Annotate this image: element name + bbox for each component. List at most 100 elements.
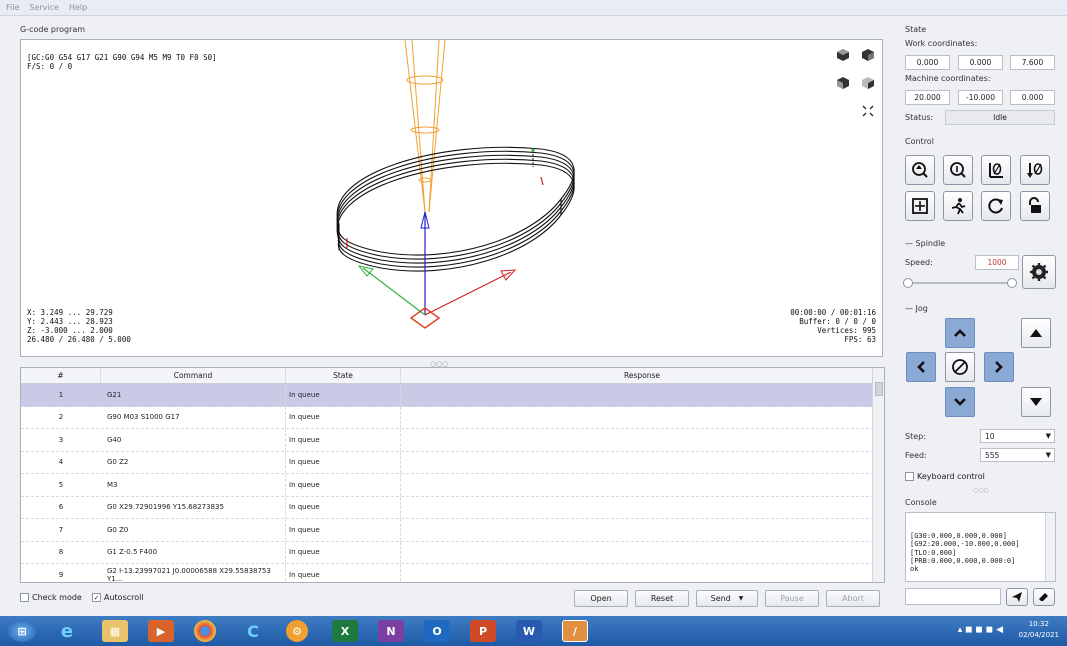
row-response (401, 564, 884, 582)
system-tray[interactable]: ▴ ◼ ◼ ◼ ◀ 10:32 02/04/2021 (958, 619, 1059, 641)
zero-xy-button[interactable] (981, 155, 1011, 185)
outlook-icon[interactable]: O (424, 620, 450, 642)
row-state: In queue (286, 429, 401, 451)
probe-button[interactable] (943, 155, 973, 185)
view-front-icon[interactable] (836, 76, 850, 90)
row-response (401, 407, 884, 429)
view-left-icon[interactable] (861, 76, 875, 90)
pause-button[interactable]: Pause (765, 590, 819, 607)
jog-y-minus-button[interactable] (945, 387, 975, 417)
spindle-toggle-button[interactable] (1022, 255, 1056, 289)
console-clear-button[interactable] (1033, 588, 1055, 606)
checkbox-box[interactable] (20, 593, 29, 602)
jog-y-plus-button[interactable] (945, 318, 975, 348)
col-header-num[interactable]: # (21, 368, 101, 383)
row-response (401, 497, 884, 519)
check-mode-checkbox[interactable]: Check mode (20, 593, 82, 602)
control-title: Control (905, 137, 934, 146)
console-input[interactable] (905, 588, 1001, 605)
checkbox-box[interactable] (905, 472, 914, 481)
settings-icon[interactable]: ⚙ (286, 620, 308, 642)
table-row[interactable]: 1 G21 In queue (21, 384, 884, 407)
row-response (401, 429, 884, 451)
spindle-title-text: Spindle (915, 239, 946, 248)
jog-stop-button[interactable] (945, 352, 975, 382)
chevron-down-icon: ▼ (1045, 432, 1051, 440)
chevron-down-icon (954, 398, 966, 406)
zero-z-button[interactable] (1020, 155, 1050, 185)
col-header-state[interactable]: State (286, 368, 401, 383)
row-command: G21 (101, 384, 286, 406)
table-row[interactable]: 9 G2 I-13.23997021 J0.00006588 X29.558387… (21, 564, 884, 582)
spindle-speed-field[interactable]: 1000 (975, 255, 1019, 270)
scroll-thumb[interactable] (875, 382, 883, 396)
chevron-down-icon[interactable]: ▼ (739, 595, 744, 602)
jog-x-minus-button[interactable] (906, 352, 936, 382)
table-row[interactable]: 3 G40 In queue (21, 429, 884, 452)
jog-title: — Jog (905, 304, 928, 313)
file-explorer-icon[interactable]: ▦ (102, 620, 128, 642)
send-label: Send (710, 594, 731, 603)
console-output[interactable]: [G30:0.000,0.000,0.000] [G92:20.000,-10.… (905, 512, 1056, 582)
abort-button[interactable]: Abort (826, 590, 880, 607)
jog-z-minus-button[interactable] (1021, 387, 1051, 417)
check-mode-label: Check mode (32, 593, 82, 602)
spindle-slider-handle[interactable] (1007, 278, 1017, 288)
restore-origin-button[interactable] (905, 191, 935, 221)
autoscroll-checkbox[interactable]: ✓ Autoscroll (92, 593, 144, 602)
onenote-icon[interactable]: N (378, 620, 404, 642)
console-send-button[interactable] (1006, 588, 1028, 606)
row-state: In queue (286, 541, 401, 563)
gcode-viewer[interactable]: [GC:G0 G54 G17 G21 G90 G94 M5 M9 T0 F0 S… (20, 39, 883, 357)
open-button[interactable]: Open (574, 590, 628, 607)
windows-taskbar: ⊞ e ▦ ▶ C ⚙ X N O P W / ▴ ◼ ◼ ◼ ◀ 10:32 … (0, 616, 1067, 646)
menu-service[interactable]: Service (29, 3, 59, 12)
reset-button[interactable]: Reset (635, 590, 689, 607)
checkbox-box-checked[interactable]: ✓ (92, 593, 101, 602)
row-response (401, 519, 884, 541)
console-grip[interactable]: ○○○ (973, 487, 989, 494)
fit-view-icon[interactable] (861, 104, 875, 118)
home-search-icon (912, 162, 928, 178)
bottom-toolbar: Check mode ✓ Autoscroll Open Reset Send ▼ … (20, 590, 885, 608)
col-header-response[interactable]: Response (401, 368, 884, 383)
tray-icons[interactable]: ▴ ◼ ◼ ◼ ◀ (958, 625, 1003, 636)
row-command: G0 Z2 (101, 451, 286, 473)
start-orb-icon[interactable]: ⊞ (8, 620, 36, 642)
table-row[interactable]: 2 G90 M03 S1000 G17 In queue (21, 406, 884, 429)
keyboard-control-checkbox[interactable]: Keyboard control (905, 472, 985, 481)
step-select[interactable]: 10 ▼ (980, 429, 1055, 443)
jog-x-plus-button[interactable] (984, 352, 1014, 382)
view-top-icon[interactable] (861, 48, 875, 62)
soft-reset-button[interactable] (981, 191, 1011, 221)
jog-z-plus-button[interactable] (1021, 318, 1051, 348)
table-row[interactable]: 5 M3 In queue (21, 474, 884, 497)
candle-app-icon[interactable]: / (562, 620, 588, 642)
safe-position-button[interactable] (943, 191, 973, 221)
media-icon[interactable]: ▶ (148, 620, 174, 642)
internet-explorer-icon[interactable]: e (54, 620, 80, 642)
feed-select[interactable]: 555 ▼ (980, 448, 1055, 462)
chrome-icon[interactable] (194, 620, 216, 642)
view-iso-icon[interactable] (836, 48, 850, 62)
row-state: In queue (286, 474, 401, 496)
table-row[interactable]: 6 G0 X29.72901996 Y15.68273835 In queue (21, 496, 884, 519)
table-row[interactable]: 4 G0 Z2 In queue (21, 451, 884, 474)
table-row[interactable]: 7 G0 Z0 In queue (21, 519, 884, 542)
program-table[interactable]: # Command State Response 1 G21 In queue 2 G9… (20, 367, 885, 583)
table-scrollbar[interactable] (872, 368, 884, 582)
col-header-command[interactable]: Command (101, 368, 286, 383)
word-icon[interactable]: W (516, 620, 542, 642)
app-c-icon[interactable]: C (240, 620, 266, 642)
powerpoint-icon[interactable]: P (470, 620, 496, 642)
console-scrollbar[interactable] (1045, 513, 1055, 581)
row-response (401, 452, 884, 474)
table-row[interactable]: 8 G1 Z-0.5 F400 In queue (21, 541, 884, 564)
spindle-slider-track[interactable] (909, 282, 1015, 284)
excel-icon[interactable]: X (332, 620, 358, 642)
menu-help[interactable]: Help (69, 3, 87, 12)
unlock-button[interactable] (1020, 191, 1050, 221)
menu-file[interactable]: File (6, 3, 19, 12)
send-button[interactable]: Send ▼ (696, 590, 758, 607)
home-button[interactable] (905, 155, 935, 185)
